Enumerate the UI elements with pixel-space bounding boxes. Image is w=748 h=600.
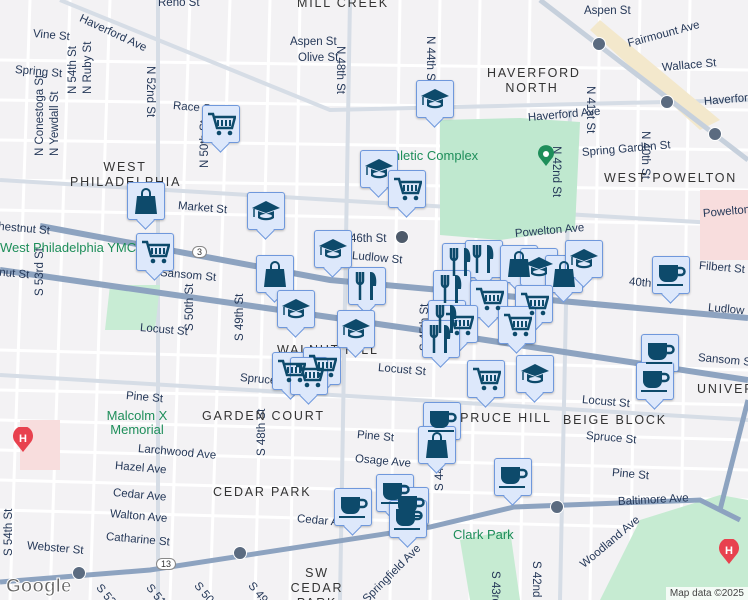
shopping-marker[interactable] [256,255,294,293]
transit-stop-icon [233,546,247,560]
street-label: S 53rd St [34,248,46,296]
grocery-icon [476,287,504,311]
shopping-icon [135,188,157,214]
google-logo[interactable]: Google [5,576,71,598]
coffee-marker[interactable] [636,362,674,400]
grocery-marker[interactable] [498,306,536,344]
school-marker[interactable] [416,80,454,118]
svg-text:H: H [725,545,733,557]
transit-stop-icon [660,95,674,109]
street-label: Aspen St [290,36,337,48]
grocery-marker[interactable] [290,357,328,395]
coffee-icon [394,509,423,530]
restaurant-icon [472,245,494,273]
school-icon [252,201,280,221]
coffee-icon [641,371,670,392]
coffee-marker[interactable] [389,500,427,538]
neighborhood-label: UNIVERSITY CITY [697,382,748,396]
neighborhood-label: GARDEN COURT [202,409,325,423]
school-icon [525,257,553,277]
grocery-marker[interactable] [202,105,240,143]
neighborhood-label: SPRUCE HILL [450,411,552,425]
shopping-marker[interactable] [127,182,165,220]
street-label: N 54th St [67,46,79,94]
route-shield: 3 [192,246,208,258]
poi-clark-park[interactable]: Clark Park [453,527,514,542]
restaurant-icon [440,275,462,303]
school-marker[interactable] [314,230,352,268]
map-canvas[interactable]: Haverford Ave Reno St Vine St Aspen St O… [0,0,748,600]
transit-stop-icon [708,127,722,141]
coffee-icon [646,343,675,364]
school-icon [365,159,393,179]
transit-stop-icon [550,500,564,514]
grocery-icon [208,112,236,136]
hospital-icon[interactable]: H [12,427,34,453]
school-marker[interactable] [247,192,285,230]
transit-stop-icon [592,37,606,51]
grocery-icon [504,313,532,337]
street-label: N Conestoga St [34,74,46,156]
transit-stop-icon [72,566,86,580]
coffee-icon [657,265,686,286]
street-label: N 44th St [424,36,436,84]
metro-station-icon[interactable] [395,230,409,244]
street-label: S 42nd St [530,561,542,600]
school-icon [342,319,370,339]
street-label: Olive St [298,52,339,64]
grocery-icon [473,367,501,391]
grocery-icon [394,177,422,201]
street-label: 46th St [350,233,387,245]
hospital-icon[interactable]: H [718,539,740,565]
coffee-icon [339,497,368,518]
neighborhood-label: SW CEDAR PARK [290,566,344,600]
neighborhood-label: CEDAR PARK [213,485,312,499]
grocery-icon [142,240,170,264]
svg-text:H: H [19,433,27,445]
school-icon [282,299,310,319]
street-label: N Ruby St [82,41,94,94]
shopping-icon [426,432,448,458]
grocery-marker[interactable] [388,170,426,208]
school-marker[interactable] [516,355,554,393]
poi-malcolm-x-memorial[interactable]: Malcolm X Memorial [102,409,172,437]
street-label: Aspen St [584,5,631,17]
coffee-marker[interactable] [334,488,372,526]
coffee-icon [499,467,528,488]
grocery-icon [296,364,324,388]
street-label: N 41st St [584,86,596,134]
restaurant-icon [355,272,377,300]
school-marker[interactable] [337,310,375,348]
street-label: S 50th St [184,283,196,331]
school-icon [521,364,549,384]
coffee-marker[interactable] [652,256,690,294]
grocery-marker[interactable] [136,233,174,271]
street-label: Reno St [158,0,200,9]
restaurant-icon [429,325,451,353]
route-shield: 13 [156,558,177,570]
neighborhood-label: WEST POWELTON [604,171,738,185]
coffee-marker[interactable] [494,458,532,496]
street-label: S 49th St [234,293,246,341]
school-icon [421,89,449,109]
park-pin-icon[interactable] [537,145,555,167]
grocery-marker[interactable] [467,360,505,398]
neighborhood-label: BEIGE BLOCK [563,413,667,427]
restaurant-marker[interactable] [348,267,386,305]
street-label: S 54th St [3,508,15,556]
street-label: N 48th St [334,46,346,94]
poi-ymca[interactable]: West Philadelphia YMCA [0,240,145,255]
street-label: S 43rd St [489,571,501,600]
neighborhood-label: MILL CREEK [297,0,389,10]
map-attribution[interactable]: Map data ©2025 [665,587,748,600]
school-icon [319,239,347,259]
neighborhood-label: HAVERFORD NORTH [487,66,581,95]
street-label: N Yewdall St [49,91,61,156]
street-label: N 52nd St [144,66,156,118]
restaurant-marker[interactable] [465,240,503,278]
school-icon [570,249,598,269]
school-marker[interactable] [277,290,315,328]
shopping-icon [264,261,286,287]
